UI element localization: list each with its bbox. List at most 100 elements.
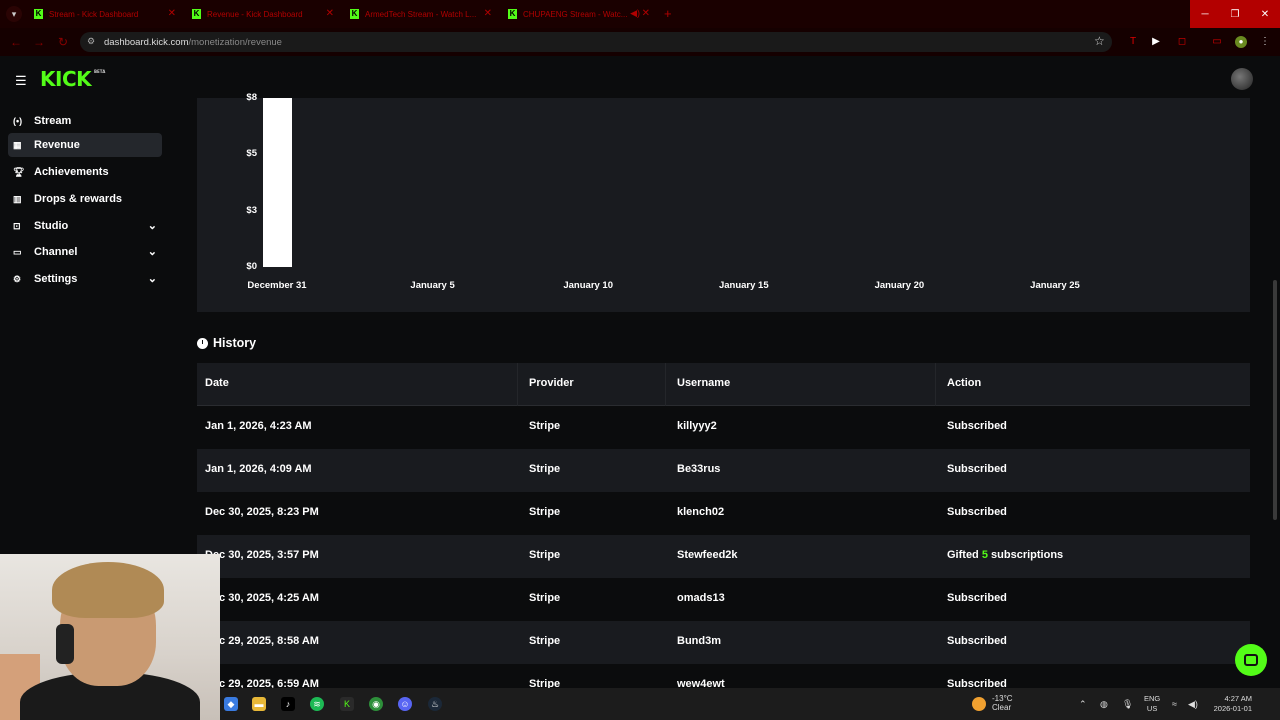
x-tick-label: January 15 (718, 280, 769, 291)
sidebar-item-label: Studio (34, 220, 69, 232)
cell-provider: Stripe (529, 463, 561, 475)
gift-icon: ▥ (13, 193, 22, 204)
minimize-icon[interactable]: ─ (1190, 0, 1220, 28)
forward-icon[interactable]: → (33, 35, 45, 49)
language-indicator[interactable]: ENG US (1144, 694, 1160, 714)
microphone-icon[interactable]: 🎙︎ (1122, 699, 1133, 710)
cell-action: Subscribed (947, 420, 1007, 432)
tab-close-icon[interactable]: ✕ (168, 8, 176, 19)
table-row: Dec 29, 2025, 8:58 AM Stripe Bund3m Subs… (197, 621, 1250, 664)
more-menu-icon[interactable]: ⋮ (1259, 36, 1271, 48)
kick-favicon-icon: K (34, 9, 43, 19)
chrome-icon[interactable]: ◉ (369, 697, 383, 711)
kick-logo[interactable]: KICK BETA (40, 67, 105, 91)
sidebar-item-revenue[interactable]: ▦ Revenue (8, 133, 162, 157)
support-chat-button[interactable] (1235, 644, 1267, 676)
sidebar-item-stream[interactable]: (•) Stream (8, 109, 162, 133)
new-tab-icon[interactable]: + (664, 6, 672, 21)
system-clock[interactable]: 4:27 AM 2026-01-01 (1206, 694, 1252, 714)
profile-icon[interactable]: ● (1235, 36, 1247, 48)
y-tick-label: $5 (246, 148, 257, 160)
volume-icon[interactable]: ◀) (1188, 699, 1198, 710)
column-divider (665, 363, 666, 406)
site-info-icon[interactable]: ⚙ (87, 36, 97, 46)
weather-desc: Clear (992, 703, 1012, 712)
extension-icon[interactable]: T (1127, 36, 1139, 48)
close-window-icon[interactable]: ✕ (1250, 0, 1280, 28)
url-domain: dashboard.kick.com (104, 37, 189, 48)
column-header-action[interactable]: Action (947, 377, 981, 389)
tab-close-icon[interactable]: ✕ (642, 8, 650, 19)
browser-tab[interactable]: K ArmedTech Stream - Watch L... ✕ (346, 4, 496, 24)
sidebar-item-label: Stream (34, 115, 72, 127)
cell-provider: Stripe (529, 592, 561, 604)
column-header-username[interactable]: Username (677, 377, 730, 389)
avatar[interactable] (1231, 68, 1253, 90)
cell-action: Subscribed (947, 506, 1007, 518)
cell-provider: Stripe (529, 635, 561, 647)
weather-widget[interactable]: -13°C Clear (992, 694, 1013, 712)
speaker-icon[interactable]: ◀) (630, 8, 640, 19)
url-text[interactable]: dashboard.kick.com/monetization/revenue (104, 37, 282, 48)
page-scrollbar[interactable] (1273, 280, 1277, 520)
y-tick-label: $3 (246, 204, 257, 216)
discord-icon[interactable]: ☺ (398, 697, 412, 711)
x-tick-label: January 25 (1030, 280, 1080, 291)
tab-close-icon[interactable]: ✕ (326, 8, 334, 19)
action-prefix: Gifted (947, 549, 979, 561)
column-divider (517, 363, 518, 406)
cell-date: Jan 1, 2026, 4:09 AM (205, 463, 312, 475)
restore-icon[interactable]: ❐ (1220, 0, 1250, 28)
sidebar-item-label: Drops & rewards (34, 193, 123, 205)
sidebar-item-settings[interactable]: ⚙ Settings ⌄ (8, 267, 162, 291)
kick-app-icon[interactable]: K (340, 697, 354, 711)
browser-tab[interactable]: K CHUPAENG Stream - Watc... ◀) ✕ (504, 4, 654, 24)
tiktok-icon[interactable]: ♪ (281, 697, 295, 711)
gift-count: 5 (981, 549, 988, 561)
chart-icon: ▦ (13, 139, 22, 150)
sidebar-item-label: Revenue (34, 139, 80, 151)
tab-close-icon[interactable]: ✕ (484, 8, 492, 19)
cell-username: Bund3m (677, 635, 721, 647)
studio-icon: ⊡ (13, 220, 21, 231)
bookmark-star-icon[interactable]: ☆ (1094, 34, 1105, 48)
sidebar-item-channel[interactable]: ▭ Channel ⌄ (8, 240, 162, 264)
sidebar-item-studio[interactable]: ⊡ Studio ⌄ (8, 214, 162, 238)
tab-title: Stream - Kick Dashboard (49, 9, 139, 19)
sidebar-item-drops-rewards[interactable]: ▥ Drops & rewards (8, 187, 162, 211)
browser-tab[interactable]: K Revenue - Kick Dashboard ✕ (188, 4, 338, 24)
browser-tab[interactable]: K Stream - Kick Dashboard ✕ (30, 4, 180, 24)
weather-moon-icon[interactable] (972, 697, 986, 711)
cell-provider: Stripe (529, 549, 561, 561)
beta-badge: BETA (94, 69, 106, 74)
copilot-icon[interactable]: ◆ (224, 697, 238, 711)
cell-date: Dec 30, 2025, 3:57 PM (205, 549, 319, 561)
chat-icon (1244, 654, 1258, 666)
network-app-icon[interactable]: ◍ (1100, 699, 1108, 710)
cell-username: Be33rus (677, 463, 721, 475)
hamburger-menu-icon[interactable]: ☰ (15, 73, 27, 89)
back-icon[interactable]: ← (10, 35, 22, 49)
play-extension-icon[interactable]: ▶ (1150, 36, 1162, 48)
wifi-icon[interactable]: ≈ (1172, 699, 1177, 709)
x-tick-label: January 5 (410, 280, 455, 291)
chevron-up-icon[interactable]: ⌃ (1079, 699, 1087, 710)
column-header-provider[interactable]: Provider (529, 377, 574, 389)
steam-icon[interactable]: ♨ (428, 697, 442, 711)
reload-icon[interactable]: ↻ (58, 35, 68, 49)
gear-icon: ⚙ (13, 273, 22, 284)
sidebar-item-label: Achievements (34, 166, 109, 178)
clock-icon (197, 337, 208, 349)
file-explorer-icon[interactable]: ▬ (252, 697, 266, 711)
sidebar-toggle-icon[interactable]: ▭ (1211, 36, 1223, 48)
table-row: Dec 30, 2025, 3:57 PM Stripe Stewfeed2k … (197, 535, 1250, 578)
sidebar-item-achievements[interactable]: 🏆︎ Achievements (8, 160, 162, 184)
spotify-icon[interactable]: ≋ (310, 697, 324, 711)
tab-search-icon[interactable]: ▾ (6, 6, 22, 22)
revenue-bar[interactable] (263, 98, 292, 267)
trophy-icon: 🏆︎ (13, 166, 25, 177)
column-header-date[interactable]: Date (205, 377, 229, 389)
table-row: Dec 30, 2025, 8:23 PM Stripe klench02 Su… (197, 492, 1250, 535)
table-row: Jan 1, 2026, 4:23 AM Stripe killyyy2 Sub… (197, 406, 1250, 449)
extensions-icon[interactable]: ◻ (1176, 36, 1188, 48)
